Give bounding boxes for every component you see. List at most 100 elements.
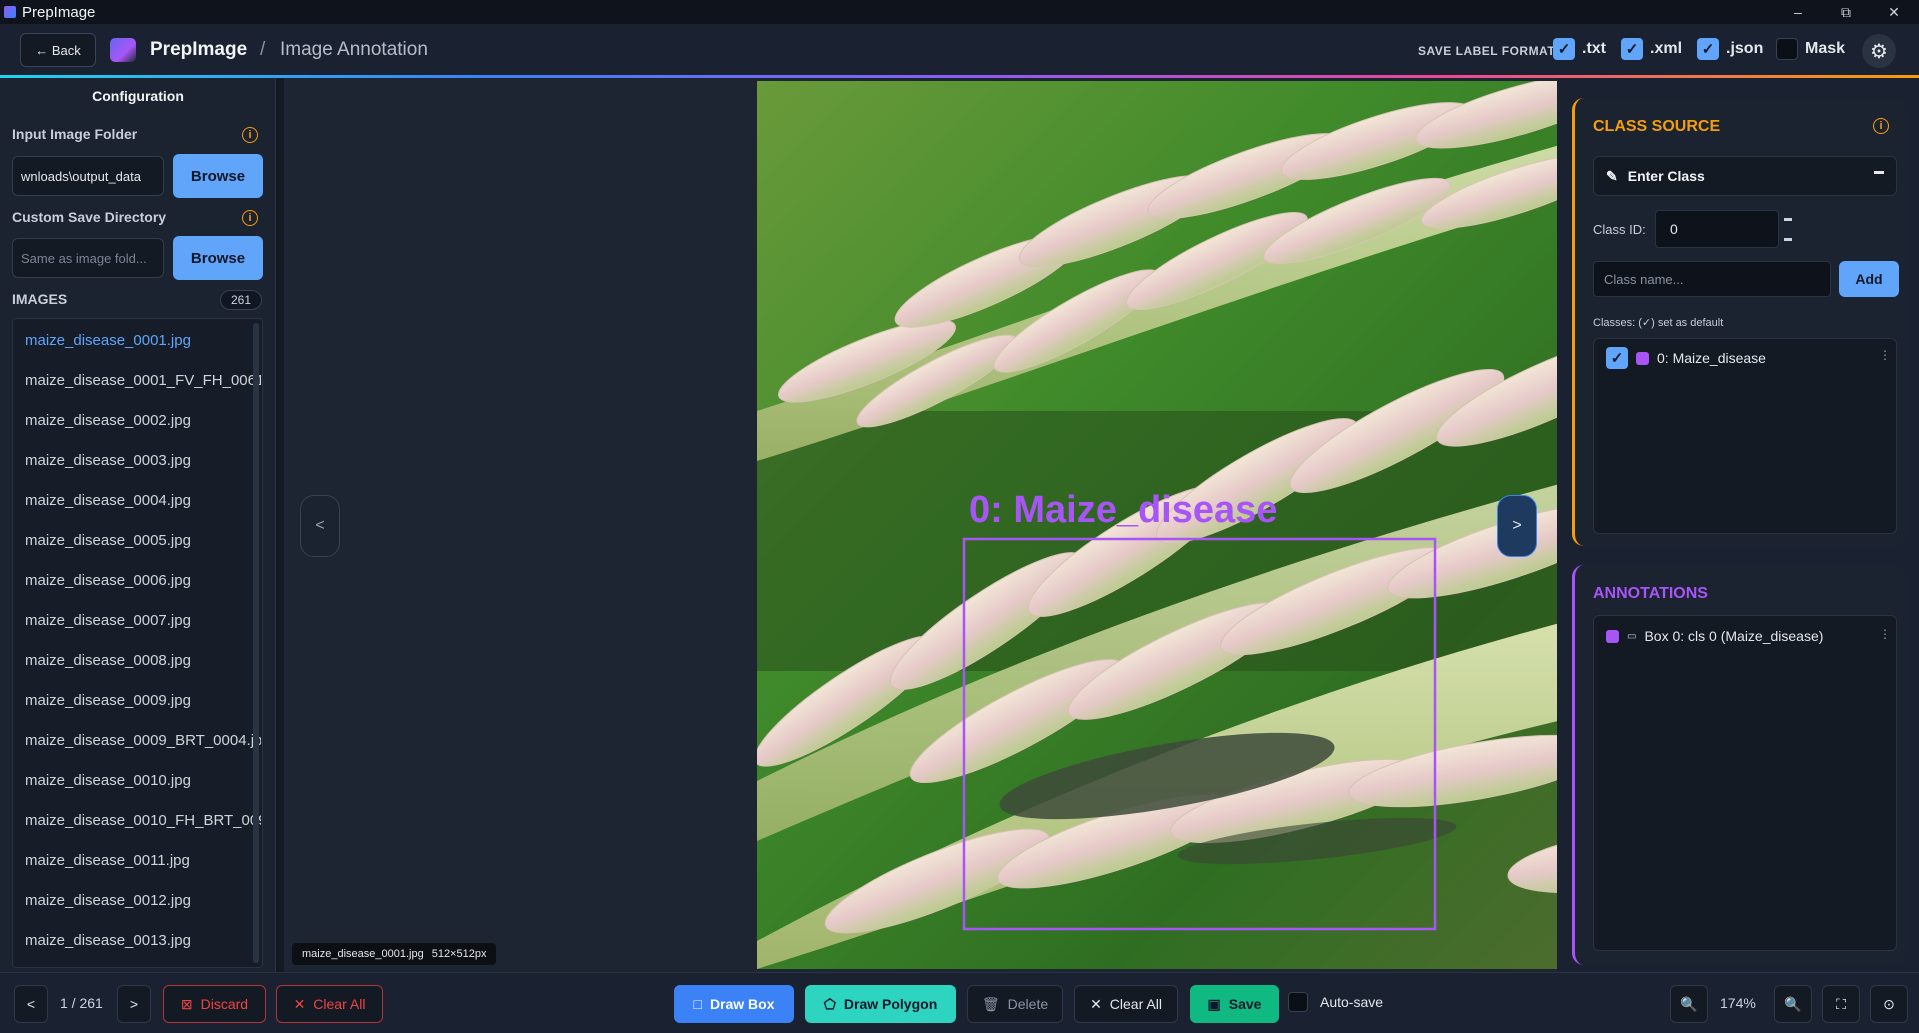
draw-polygon-label: Draw Polygon — [843, 996, 938, 1012]
list-item[interactable]: maize_disease_0011.jpg — [25, 852, 261, 869]
close-icon[interactable]: ✕ — [1871, 0, 1917, 24]
draw-box-label: Draw Box — [709, 996, 775, 1012]
prev-image-button[interactable]: < — [300, 495, 340, 557]
save-button[interactable]: ▣ Save — [1190, 985, 1279, 1023]
delete-button[interactable]: 🗑 Delete — [967, 985, 1063, 1023]
auto-save-toggle[interactable]: Auto-save — [1288, 992, 1383, 1012]
annotations-card: ANNOTATIONS ▭ Box 0: cls 0 (Maize_diseas… — [1572, 565, 1906, 965]
discard-icon: ⊠ — [180, 995, 193, 1012]
reset-view-button[interactable]: ⊙ — [1870, 985, 1908, 1023]
default-checkbox-icon[interactable]: ✓ — [1606, 347, 1628, 369]
format-xml-toggle[interactable]: ✓ .xml — [1621, 38, 1682, 60]
decrement-icon[interactable] — [1781, 230, 1795, 248]
format-txt-toggle[interactable]: ✓ .txt — [1553, 38, 1606, 60]
right-panel: CLASS SOURCE i ✎ Enter Class Class ID: 0… — [1557, 78, 1919, 972]
format-xml-label: .xml — [1650, 40, 1683, 57]
back-button[interactable]: ← Back — [20, 33, 96, 67]
list-item[interactable]: maize_disease_0010.jpg — [25, 772, 261, 789]
square-icon: □ — [693, 996, 702, 1012]
browse-input-folder-button[interactable]: Browse — [173, 154, 263, 198]
list-item[interactable]: maize_disease_0013.jpg — [25, 932, 261, 949]
list-item[interactable]: maize_disease_0012.jpg — [25, 892, 261, 909]
format-mask-label: Mask — [1805, 40, 1846, 57]
browse-save-directory-button[interactable]: Browse — [173, 236, 263, 280]
annotation-item[interactable]: ▭ Box 0: cls 0 (Maize_disease) — [1606, 628, 1823, 644]
checkbox-unchecked-icon[interactable] — [1776, 38, 1798, 60]
target-icon: ⊙ — [1883, 995, 1895, 1012]
image-file-list[interactable]: maize_disease_0001.jpg maize_disease_000… — [12, 318, 263, 968]
next-page-button[interactable]: > — [117, 985, 151, 1023]
checkbox-unchecked-icon[interactable] — [1288, 992, 1308, 1012]
draw-box-button[interactable]: □ Draw Box — [674, 985, 794, 1023]
more-options-icon[interactable]: ⋮ — [1879, 628, 1891, 640]
list-item[interactable]: maize_disease_0006.jpg — [25, 572, 261, 589]
page-indicator: 1 / 261 — [60, 995, 103, 1011]
add-class-button[interactable]: Add — [1839, 261, 1899, 297]
file-list-scrollbar[interactable] — [253, 323, 259, 963]
enter-class-label: Enter Class — [1627, 168, 1705, 184]
list-item[interactable]: maize_disease_0002.jpg — [25, 412, 261, 429]
auto-save-label: Auto-save — [1320, 994, 1384, 1010]
zoom-in-button[interactable]: 🔍 — [1774, 985, 1812, 1023]
fit-screen-button[interactable]: ⛶ — [1822, 985, 1860, 1023]
breadcrumb-separator: / — [260, 39, 266, 60]
format-mask-toggle[interactable]: Mask — [1776, 38, 1845, 60]
annotations-title: ANNOTATIONS — [1593, 585, 1708, 602]
list-item[interactable]: maize_disease_0010_FH_BRT_0095.jpg — [25, 812, 261, 829]
settings-button[interactable]: ⚙ — [1862, 34, 1896, 68]
expand-icon: ⛶ — [1836, 995, 1846, 1012]
format-txt-label: .txt — [1582, 40, 1606, 57]
clear-all-danger-button[interactable]: ✕ Clear All — [276, 985, 383, 1023]
class-source-card: CLASS SOURCE i ✎ Enter Class Class ID: 0… — [1572, 98, 1906, 546]
image-size: 512×512px — [431, 948, 487, 960]
annotation-color-swatch — [1606, 629, 1619, 643]
list-item[interactable]: maize_disease_0001_FV_FH_0061.jpg — [25, 372, 261, 389]
window-titlebar: PrepImage – ⧉ ✕ — [0, 0, 1919, 24]
list-item[interactable]: maize_disease_0008.jpg — [25, 652, 261, 669]
list-item[interactable]: maize_disease_0005.jpg — [25, 532, 261, 549]
list-item[interactable]: maize_disease_0004.jpg — [25, 492, 261, 509]
maximize-icon[interactable]: ⧉ — [1823, 0, 1869, 24]
save-directory-field[interactable] — [12, 238, 164, 278]
delete-label: Delete — [1007, 996, 1049, 1012]
list-item[interactable]: maize_disease_0009_BRT_0004.jpg — [25, 732, 261, 749]
enter-class-section-toggle[interactable]: ✎ Enter Class — [1593, 156, 1897, 196]
clear-all-label: Clear All — [1109, 996, 1162, 1012]
app-icon — [4, 6, 16, 18]
format-json-toggle[interactable]: ✓ .json — [1697, 38, 1763, 60]
zoom-out-button[interactable]: 🔍 — [1670, 985, 1708, 1023]
checkbox-checked-icon[interactable]: ✓ — [1621, 38, 1643, 60]
minimize-icon[interactable]: – — [1775, 0, 1821, 24]
discard-label: Discard — [200, 996, 249, 1012]
list-item[interactable]: maize_disease_0007.jpg — [25, 612, 261, 629]
discard-button[interactable]: ⊠ Discard — [163, 985, 266, 1023]
bottom-toolbar: < 1 / 261 > ⊠ Discard ✕ Clear All □ Draw… — [0, 972, 1919, 1033]
breadcrumb-app[interactable]: PrepImage — [150, 39, 247, 61]
save-directory-label: Custom Save Directory — [12, 209, 167, 225]
info-icon[interactable]: i — [242, 210, 258, 226]
info-icon[interactable]: i — [242, 127, 258, 143]
clear-all-danger-label: Clear All — [313, 996, 366, 1012]
class-name-input[interactable] — [1593, 261, 1831, 297]
previous-page-button[interactable]: < — [14, 985, 48, 1023]
input-folder-field[interactable] — [12, 156, 164, 196]
canvas-area: < 0: Maize_disease > maize_disease_0001.… — [284, 78, 1646, 972]
list-item[interactable]: maize_disease_0009.jpg — [25, 692, 261, 709]
window-title: PrepImage — [22, 3, 96, 21]
checkbox-checked-icon[interactable]: ✓ — [1697, 38, 1719, 60]
save-label: Save — [1228, 996, 1262, 1012]
clear-all-button[interactable]: ✕ Clear All — [1074, 985, 1178, 1023]
next-image-button[interactable]: > — [1497, 495, 1537, 557]
format-json-label: .json — [1726, 40, 1764, 57]
draw-polygon-button[interactable]: ⬠ Draw Polygon — [805, 985, 956, 1023]
checkbox-checked-icon[interactable]: ✓ — [1553, 38, 1575, 60]
class-list: ✓ 0: Maize_disease ⋮ — [1593, 338, 1897, 534]
list-item[interactable]: maize_disease_0001.jpg — [25, 332, 261, 349]
info-icon[interactable]: i — [1873, 118, 1889, 134]
zoom-out-icon: 🔍 — [1680, 995, 1698, 1012]
increment-icon[interactable] — [1781, 210, 1795, 228]
class-id-input[interactable]: 0 — [1655, 210, 1779, 248]
more-options-icon[interactable]: ⋮ — [1879, 349, 1891, 361]
class-item[interactable]: ✓ 0: Maize_disease — [1606, 347, 1766, 369]
list-item[interactable]: maize_disease_0003.jpg — [25, 452, 261, 469]
